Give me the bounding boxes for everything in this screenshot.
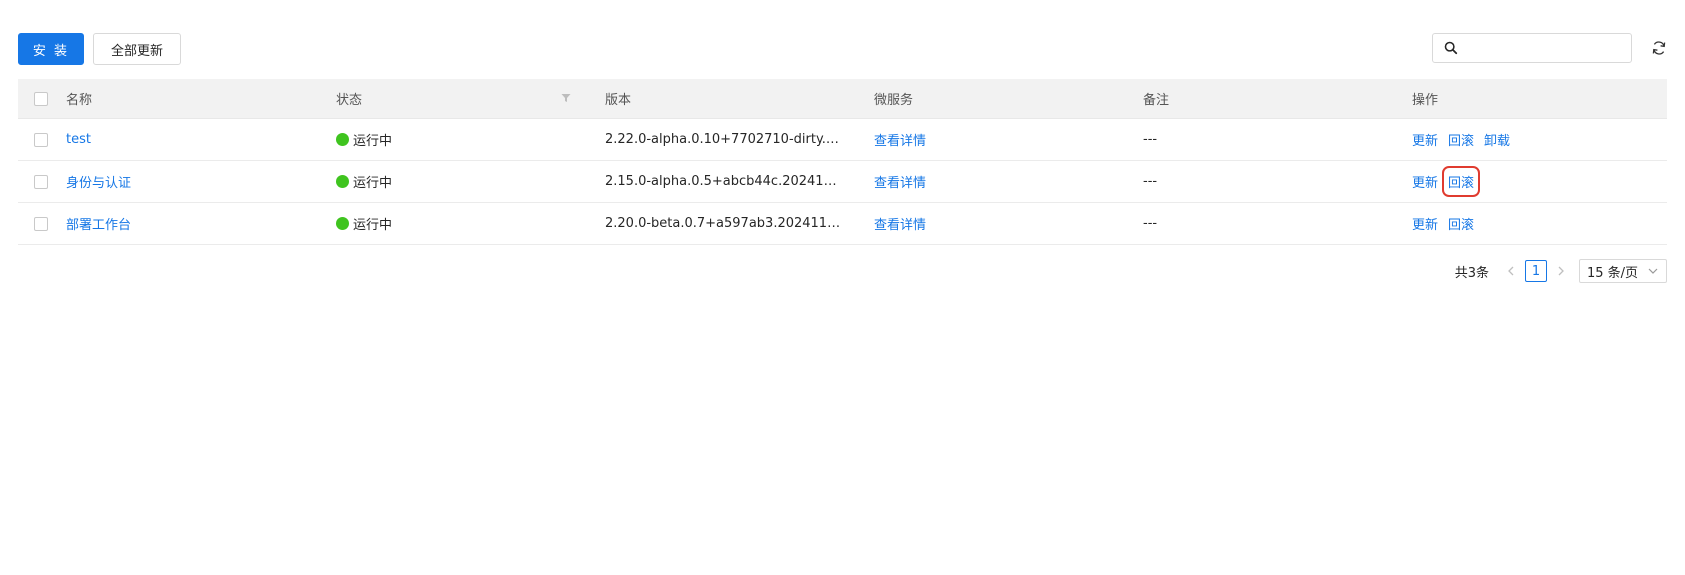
column-header-microservice: 微服务: [874, 93, 914, 108]
column-header-note: 备注: [1143, 93, 1170, 108]
view-details-link[interactable]: 查看详情: [874, 214, 926, 233]
chevron-right-icon[interactable]: [1553, 263, 1569, 279]
uninstall-link[interactable]: 卸载: [1484, 130, 1510, 149]
status-running-icon: [336, 175, 349, 188]
status-text: 运行中: [353, 218, 393, 233]
status-running-icon: [336, 133, 349, 146]
page-size-label: 15 条/页: [1587, 265, 1639, 281]
install-button[interactable]: 安 装: [18, 33, 84, 65]
app-name-link[interactable]: test: [66, 132, 91, 147]
refresh-icon[interactable]: [1651, 40, 1667, 56]
search-input[interactable]: [1464, 34, 1631, 62]
view-details-link[interactable]: 查看详情: [874, 130, 926, 149]
app-page: 安 装 全部更新 名称 状态 版本 微服务 备注 操作 test 运行中 2.2…: [0, 0, 1685, 575]
update-link[interactable]: 更新: [1412, 214, 1438, 233]
toolbar: 安 装 全部更新: [18, 33, 1667, 65]
row-checkbox[interactable]: [34, 132, 48, 147]
table-row: 部署工作台 运行中 2.20.0-beta.0.7+a597ab3.202411…: [18, 203, 1667, 245]
update-link[interactable]: 更新: [1412, 172, 1438, 191]
row-checkbox[interactable]: [34, 216, 48, 231]
view-details-link[interactable]: 查看详情: [874, 172, 926, 191]
status-running-icon: [336, 217, 349, 230]
select-all-checkbox[interactable]: [34, 91, 48, 106]
column-header-name: 名称: [66, 93, 93, 108]
page-size-select[interactable]: 15 条/页: [1579, 259, 1667, 283]
update-all-button[interactable]: 全部更新: [93, 33, 181, 65]
version-text: 2.20.0-beta.0.7+a597ab3.202411272...: [605, 215, 841, 231]
column-header-ops: 操作: [1412, 93, 1439, 108]
app-name-link[interactable]: 部署工作台: [66, 214, 131, 233]
app-name-link[interactable]: 身份与认证: [66, 172, 131, 191]
status-text: 运行中: [353, 176, 393, 191]
apps-table: 名称 状态 版本 微服务 备注 操作 test 运行中 2.22.0-alpha…: [18, 79, 1667, 245]
version-text: 2.15.0-alpha.0.5+abcb44c.20241127...: [605, 173, 841, 189]
column-header-status: 状态: [336, 93, 363, 108]
note-text: ---: [1143, 174, 1158, 189]
total-count: 共3条: [1454, 265, 1489, 281]
rollback-link[interactable]: 回滚: [1448, 214, 1474, 233]
table-row: 身份与认证 运行中 2.15.0-alpha.0.5+abcb44c.20241…: [18, 161, 1667, 203]
chevron-down-icon: [1648, 268, 1658, 274]
column-header-version: 版本: [605, 93, 632, 108]
note-text: ---: [1143, 216, 1158, 231]
pagination: 共3条 1 15 条/页: [1455, 259, 1667, 283]
row-checkbox[interactable]: [34, 174, 48, 189]
search-icon: [1444, 41, 1458, 55]
filter-icon[interactable]: [561, 93, 571, 103]
note-text: ---: [1143, 132, 1158, 147]
status-text: 运行中: [353, 134, 393, 149]
page-number-button[interactable]: 1: [1525, 260, 1547, 282]
table-header: 名称 状态 版本 微服务 备注 操作: [18, 79, 1667, 119]
table-row: test 运行中 2.22.0-alpha.0.10+7702710-dirty…: [18, 119, 1667, 161]
search-box[interactable]: [1432, 33, 1632, 63]
rollback-link[interactable]: 回滚: [1448, 130, 1474, 149]
chevron-left-icon[interactable]: [1503, 263, 1519, 279]
update-link[interactable]: 更新: [1412, 130, 1438, 149]
version-text: 2.22.0-alpha.0.10+7702710-dirty.202...: [605, 131, 841, 147]
rollback-link[interactable]: 回滚: [1442, 166, 1481, 197]
